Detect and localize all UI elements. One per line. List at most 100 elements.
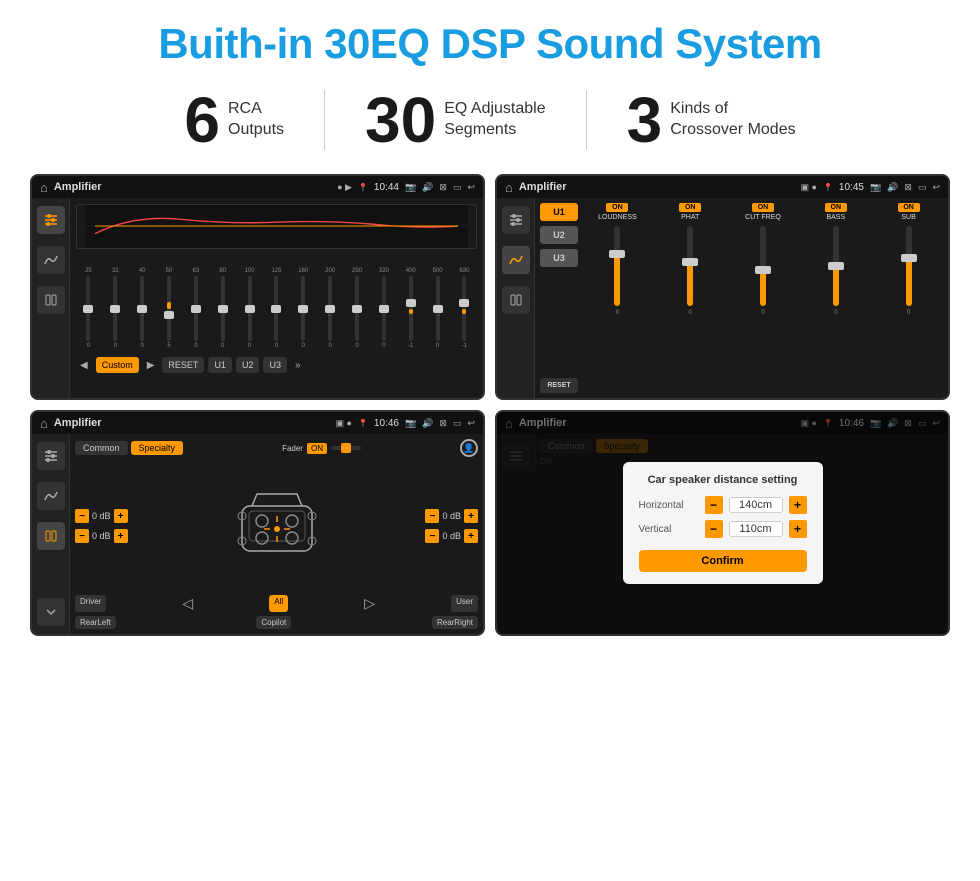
crossover-track-4[interactable] (906, 226, 912, 306)
speaker-person-icon[interactable]: 👤 (460, 439, 478, 457)
speaker-plus-1[interactable]: + (114, 509, 128, 523)
eq-thumb-80[interactable] (218, 305, 228, 313)
eq-thumb-40[interactable] (137, 305, 147, 313)
crossover-track-0[interactable] (614, 226, 620, 306)
eq-thumb-400[interactable] (406, 299, 416, 307)
crossover-on-3[interactable]: ON (825, 203, 847, 212)
eq-u2-btn[interactable]: U2 (236, 357, 260, 373)
copilot-btn[interactable]: Copilot (256, 616, 291, 629)
eq-thumb-50[interactable] (164, 311, 174, 319)
eq-side-btn-3[interactable] (37, 286, 65, 314)
speaker-side-btn-1[interactable] (37, 442, 65, 470)
crossover-u3-btn[interactable]: U3 (540, 249, 578, 267)
speaker-side-btn-3[interactable] (37, 522, 65, 550)
arrow-right-icon[interactable]: ▷ (364, 595, 375, 612)
eq-next-btn[interactable]: ▶ (143, 358, 159, 373)
eq-track-160[interactable] (301, 276, 305, 341)
eq-track-50[interactable] (167, 276, 171, 341)
eq-track-320[interactable] (382, 276, 386, 341)
eq-expand-btn[interactable]: » (291, 358, 305, 373)
dialog-confirm-btn[interactable]: Confirm (639, 550, 807, 572)
crossover-u1-btn[interactable]: U1 (540, 203, 578, 221)
crossover-reset-btn[interactable]: RESET (540, 378, 578, 393)
crossover-on-2[interactable]: ON (752, 203, 774, 212)
eq-track-32[interactable] (113, 276, 117, 341)
crossover-track-3[interactable] (833, 226, 839, 306)
crossover-home-icon[interactable]: ⌂ (505, 180, 513, 195)
eq-side-btn-1[interactable] (37, 206, 65, 234)
eq-thumb-125[interactable] (271, 305, 281, 313)
dialog-horizontal-minus[interactable]: − (705, 496, 723, 514)
user-btn[interactable]: User (451, 595, 478, 612)
speaker-fader-track[interactable] (331, 446, 361, 450)
eq-track-500[interactable] (436, 276, 440, 341)
crossover-track-2[interactable] (760, 226, 766, 306)
crossover-side-btn-1[interactable] (502, 206, 530, 234)
speaker-minus-4[interactable]: − (425, 529, 439, 543)
eq-prev-btn[interactable]: ◀ (76, 358, 92, 373)
arrow-left-icon[interactable]: ◁ (182, 595, 193, 612)
eq-back-icon[interactable]: ↩ (467, 182, 475, 193)
eq-track-250[interactable] (355, 276, 359, 341)
speaker-side-btn-2[interactable] (37, 482, 65, 510)
speaker-minus-1[interactable]: − (75, 509, 89, 523)
dialog-vertical-row: Vertical − 110cm + (639, 520, 807, 538)
eq-custom-btn[interactable]: Custom (96, 357, 139, 373)
eq-side-btn-2[interactable] (37, 246, 65, 274)
eq-u1-btn[interactable]: U1 (208, 357, 232, 373)
eq-track-125[interactable] (274, 276, 278, 341)
eq-thumb-250[interactable] (352, 305, 362, 313)
eq-thumb-320[interactable] (379, 305, 389, 313)
eq-thumb-500[interactable] (433, 305, 443, 313)
home-icon[interactable]: ⌂ (40, 180, 48, 195)
eq-slider-col-63: 63 0 (183, 268, 208, 349)
speaker-minus-3[interactable]: − (425, 509, 439, 523)
speaker-home-icon[interactable]: ⌂ (40, 416, 48, 431)
rearleft-btn[interactable]: RearLeft (75, 616, 116, 629)
eq-track-80[interactable] (221, 276, 225, 341)
eq-track-40[interactable] (140, 276, 144, 341)
crossover-side-btn-3[interactable] (502, 286, 530, 314)
eq-track-200[interactable] (328, 276, 332, 341)
dialog-vertical-minus[interactable]: − (705, 520, 723, 538)
speaker-plus-3[interactable]: + (464, 509, 478, 523)
speaker-back-icon[interactable]: ↩ (467, 418, 475, 429)
eq-thumb-630[interactable] (459, 299, 469, 307)
eq-val-200: 0 (328, 343, 331, 349)
speaker-side-expand-btn[interactable] (37, 598, 65, 626)
rearright-btn[interactable]: RearRight (432, 616, 478, 629)
crossover-side-btn-2[interactable] (502, 246, 530, 274)
speaker-plus-4[interactable]: + (464, 529, 478, 543)
speaker-specialty-tab[interactable]: Specialty (131, 441, 184, 455)
eq-thumb-160[interactable] (298, 305, 308, 313)
dialog-horizontal-plus[interactable]: + (789, 496, 807, 514)
eq-thumb-200[interactable] (325, 305, 335, 313)
eq-u3-btn[interactable]: U3 (263, 357, 287, 373)
stat-crossover-line2: Crossover Modes (670, 120, 795, 141)
eq-pin-icon: 📍 (358, 183, 368, 192)
speaker-minus-2[interactable]: − (75, 529, 89, 543)
crossover-track-1[interactable] (687, 226, 693, 306)
eq-thumb-25[interactable] (83, 305, 93, 313)
eq-thumb-100[interactable] (245, 305, 255, 313)
eq-thumb-32[interactable] (110, 305, 120, 313)
eq-reset-btn[interactable]: RESET (162, 357, 204, 373)
crossover-on-4[interactable]: ON (898, 203, 920, 212)
eq-track-630[interactable] (462, 276, 466, 341)
driver-btn[interactable]: Driver (75, 595, 106, 612)
all-btn[interactable]: All (269, 595, 288, 612)
crossover-on-0[interactable]: ON (606, 203, 628, 212)
eq-track-63[interactable] (194, 276, 198, 341)
crossover-thumb-4 (901, 254, 917, 262)
speaker-common-tab[interactable]: Common (75, 441, 128, 455)
eq-track-25[interactable] (86, 276, 90, 341)
speaker-fader-on[interactable]: ON (307, 443, 327, 454)
dialog-vertical-plus[interactable]: + (789, 520, 807, 538)
eq-thumb-63[interactable] (191, 305, 201, 313)
speaker-plus-2[interactable]: + (114, 529, 128, 543)
crossover-u2-btn[interactable]: U2 (540, 226, 578, 244)
crossover-on-1[interactable]: ON (679, 203, 701, 212)
eq-track-400[interactable] (409, 276, 413, 341)
eq-track-100[interactable] (248, 276, 252, 341)
crossover-back-icon[interactable]: ↩ (932, 182, 940, 193)
